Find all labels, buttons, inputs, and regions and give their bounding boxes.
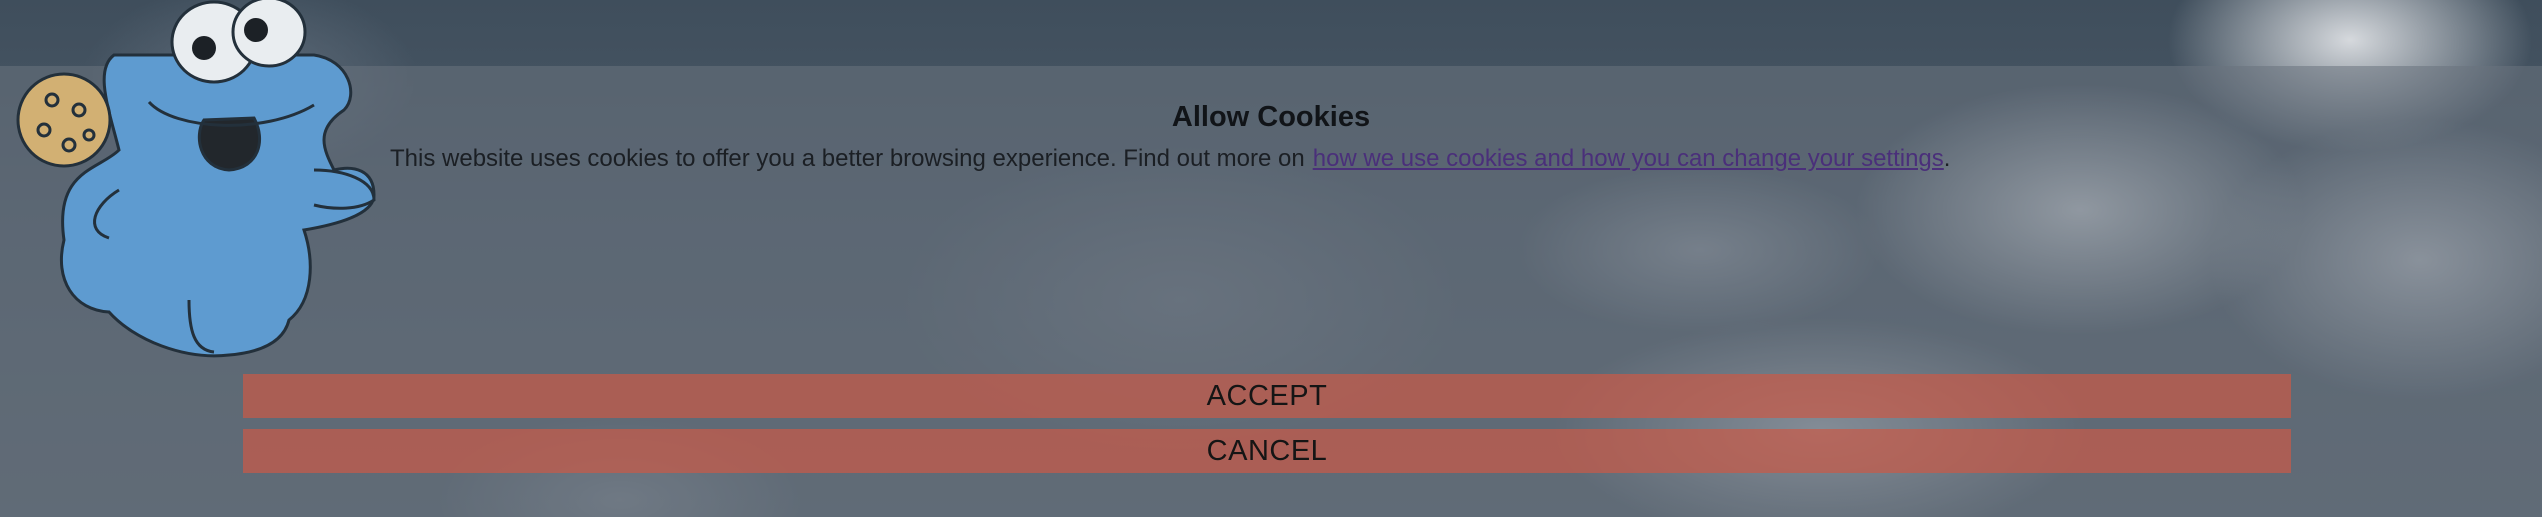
cookie-banner-period: . xyxy=(1943,145,1951,172)
cookie-banner-message: This website uses cookies to offer you a… xyxy=(390,145,2540,173)
cookie-banner-text: This website uses cookies to offer you a… xyxy=(390,145,1305,172)
cancel-cookies-button[interactable]: CANCEL xyxy=(243,429,2291,473)
cookie-monster-mascot-icon xyxy=(16,0,376,358)
cookie-policy-link[interactable]: how we use cookies and how you can chang… xyxy=(1313,145,1944,172)
cookie-banner-title: Allow Cookies xyxy=(1171,101,1371,133)
accept-cookies-button[interactable]: ACCEPT xyxy=(243,374,2291,418)
